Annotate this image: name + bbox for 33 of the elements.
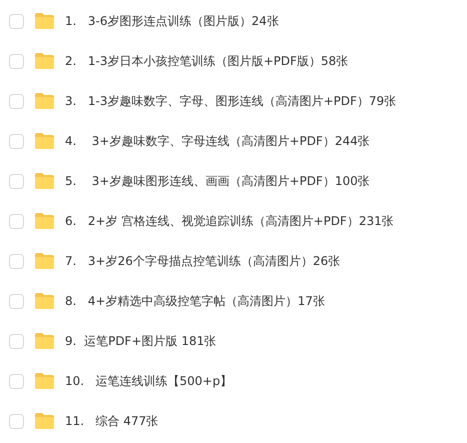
- file-name[interactable]: 8. 4+岁精选中高级控笔字帖（高清图片）17张: [65, 292, 325, 310]
- checkbox[interactable]: [9, 214, 24, 228]
- folder-icon: [34, 12, 55, 30]
- checkbox[interactable]: [9, 374, 24, 388]
- file-name[interactable]: 6. 2+岁 宫格连线、视觉追踪训练（高清图片+PDF）231张: [65, 212, 394, 230]
- file-name[interactable]: 11. 综合 477张: [65, 412, 158, 430]
- folder-icon: [34, 332, 55, 350]
- checkbox[interactable]: [9, 94, 24, 108]
- folder-icon: [34, 52, 55, 70]
- file-name[interactable]: 3. 1-3岁趣味数字、字母、图形连线（高清图片+PDF）79张: [65, 92, 396, 110]
- checkbox[interactable]: [9, 54, 24, 68]
- folder-icon: [34, 372, 55, 390]
- folder-icon: [34, 292, 55, 310]
- file-name[interactable]: 2. 1-3岁日本小孩控笔训练（图片版+PDF版）58张: [65, 52, 348, 70]
- checkbox[interactable]: [9, 134, 24, 148]
- file-name[interactable]: 1. 3-6岁图形连点训练（图片版）24张: [65, 12, 279, 30]
- file-name[interactable]: 7. 3+岁26个字母描点控笔训练（高清图片）26张: [65, 252, 340, 270]
- checkbox[interactable]: [9, 174, 24, 188]
- folder-icon: [34, 172, 55, 190]
- checkbox[interactable]: [9, 254, 24, 268]
- checkbox[interactable]: [9, 334, 24, 348]
- folder-icon: [34, 412, 55, 430]
- folder-icon: [34, 92, 55, 110]
- folder-icon: [34, 212, 55, 230]
- file-name[interactable]: 10. 运笔连线训练【500+p】: [65, 372, 232, 390]
- file-name[interactable]: 9. 运笔PDF+图片版 181张: [65, 332, 216, 350]
- folder-icon: [34, 252, 55, 270]
- checkbox[interactable]: [9, 14, 24, 28]
- file-name[interactable]: 5. 3+岁趣味图形连线、画画（高清图片+PDF）100张: [65, 172, 370, 190]
- file-name[interactable]: 4. 3+岁趣味数字、字母连线（高清图片+PDF）244张: [65, 132, 370, 150]
- checkbox[interactable]: [9, 414, 24, 428]
- folder-icon: [34, 132, 55, 150]
- checkbox[interactable]: [9, 294, 24, 308]
